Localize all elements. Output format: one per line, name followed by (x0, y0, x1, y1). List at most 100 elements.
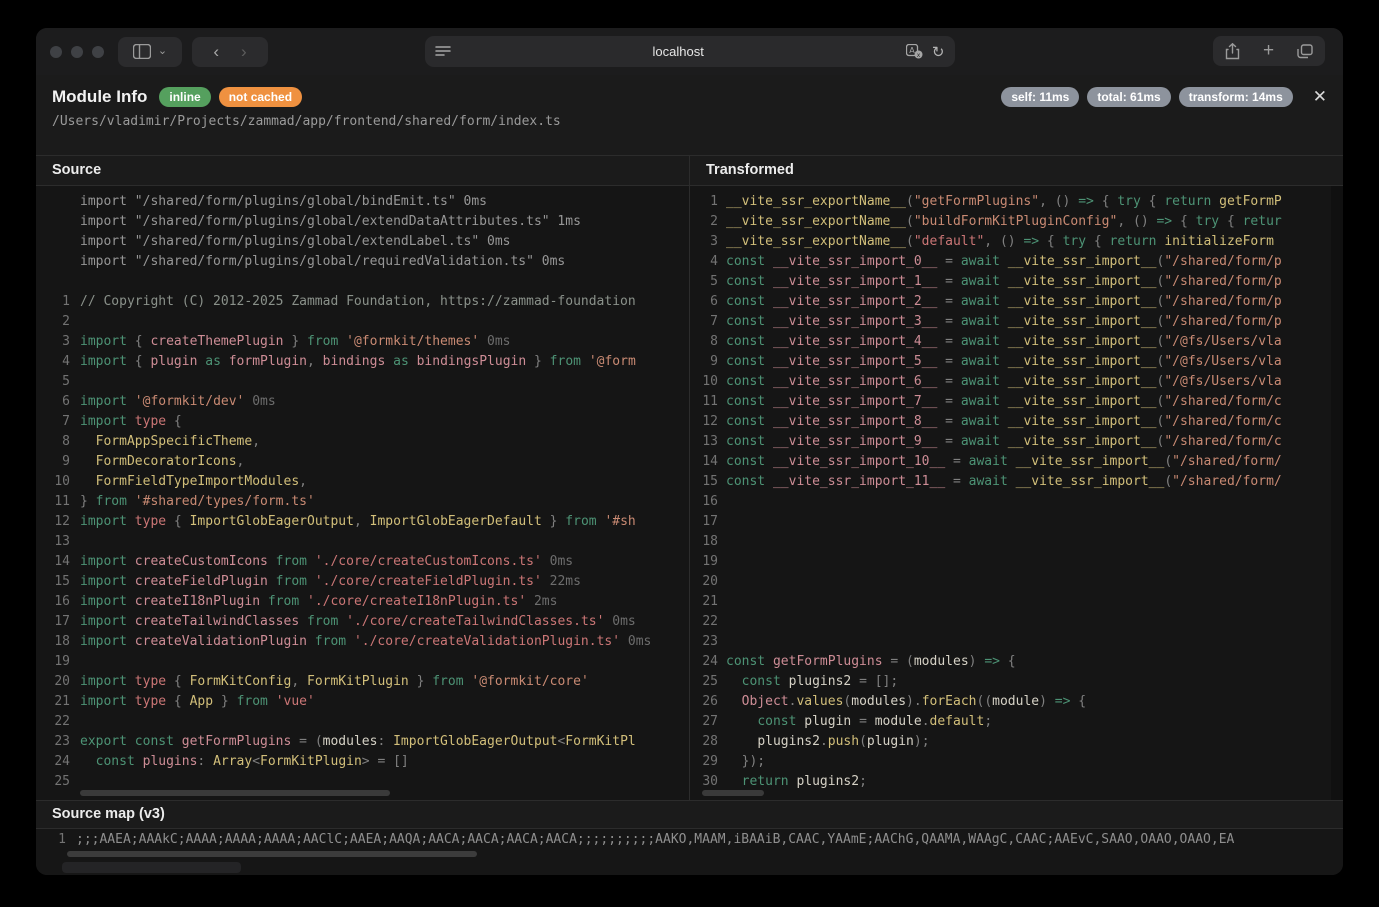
sidebar-toggle-button[interactable]: ⌄ (118, 37, 182, 67)
code-line: 23export const getFormPlugins = (modules… (36, 732, 689, 752)
code-line: 20import type { FormKitConfig, FormKitPl… (36, 672, 689, 692)
code-line: 10const __vite_ssr_import_6__ = await __… (690, 372, 1343, 392)
code-line: 30 return plugins2; (690, 772, 1343, 792)
code-line: 5const __vite_ssr_import_1__ = await __v… (690, 272, 1343, 292)
code-line: 25 (36, 772, 689, 792)
code-line: import "/shared/form/plugins/global/exte… (36, 212, 689, 232)
code-line: 4import { plugin as formPlugin, bindings… (36, 352, 689, 372)
share-icon[interactable] (1225, 43, 1240, 60)
code-line: 6import '@formkit/dev' 0ms (36, 392, 689, 412)
code-line: 18 (690, 532, 1343, 552)
source-hscrollbar[interactable] (80, 790, 390, 796)
code-line: 24 const plugins: Array<FormKitPlugin> =… (36, 752, 689, 772)
sourcemap-line: 1 ;;;AAEA;AAAkC;AAAA;AAAA;AAAA;AAClC;AAE… (36, 829, 1343, 850)
code-line: 11const __vite_ssr_import_7__ = await __… (690, 392, 1343, 412)
code-line: 15import createFieldPlugin from './core/… (36, 572, 689, 592)
code-line: 9 FormDecoratorIcons, (36, 452, 689, 472)
reader-view-icon[interactable] (435, 45, 451, 58)
code-line: 28 plugins2.push(plugin); (690, 732, 1343, 752)
module-file-path: /Users/vladimir/Projects/zammad/app/fron… (52, 114, 1327, 129)
code-line: 19 (36, 652, 689, 672)
self-time-badge: self: 11ms (1001, 87, 1079, 107)
url-text: localhost (451, 44, 906, 59)
code-line: 1// Copyright (C) 2012-2025 Zammad Found… (36, 292, 689, 312)
minimize-window-button[interactable] (71, 46, 83, 58)
source-code-area[interactable]: import "/shared/form/plugins/global/bind… (36, 186, 689, 800)
code-line: 15const __vite_ssr_import_11__ = await _… (690, 472, 1343, 492)
code-line: 20 (690, 572, 1343, 592)
transformed-vscrollbar-track[interactable] (1331, 186, 1343, 800)
svg-text:A: A (909, 46, 915, 55)
code-line: 6const __vite_ssr_import_2__ = await __v… (690, 292, 1343, 312)
forward-button[interactable]: › (241, 43, 247, 60)
page-hscrollbar[interactable] (62, 862, 241, 873)
code-line: 11} from '#shared/types/form.ts' (36, 492, 689, 512)
code-line: 29 }); (690, 752, 1343, 772)
transform-time-badge: transform: 14ms (1179, 87, 1293, 107)
code-line: 22 (690, 612, 1343, 632)
code-line: 1__vite_ssr_exportName__("getFormPlugins… (690, 192, 1343, 212)
sidebar-icon (133, 44, 151, 59)
source-panel: Source import "/shared/form/plugins/glob… (36, 156, 690, 800)
code-line: 5 (36, 372, 689, 392)
code-line: 21 (690, 592, 1343, 612)
code-line: 3__vite_ssr_exportName__("default", () =… (690, 232, 1343, 252)
address-bar[interactable]: localhost Ax ↻ (425, 36, 955, 67)
code-line: import "/shared/form/plugins/global/exte… (36, 232, 689, 252)
not-cached-badge: not cached (219, 87, 302, 107)
transformed-code-area[interactable]: 1__vite_ssr_exportName__("getFormPlugins… (690, 186, 1343, 800)
chevron-down-icon: ⌄ (158, 44, 167, 57)
zoom-window-button[interactable] (92, 46, 104, 58)
svg-text:x: x (917, 52, 921, 59)
reload-icon[interactable]: ↻ (932, 43, 945, 61)
code-line: 8 FormAppSpecificTheme, (36, 432, 689, 452)
code-line: 12import type { ImportGlobEagerOutput, I… (36, 512, 689, 532)
code-line (36, 272, 689, 292)
code-panels: Source import "/shared/form/plugins/glob… (36, 155, 1343, 800)
code-line: 19 (690, 552, 1343, 572)
translate-icon[interactable]: Ax (906, 44, 923, 59)
code-line: 24const getFormPlugins = (modules) => { (690, 652, 1343, 672)
browser-window: ⌄ ‹ › localhost Ax ↻ + (36, 28, 1343, 875)
sourcemap-hscrollbar[interactable] (67, 851, 477, 857)
code-line: 2__vite_ssr_exportName__("buildFormKitPl… (690, 212, 1343, 232)
code-line: 13 (36, 532, 689, 552)
module-info-header: Module Info inline not cached self: 11ms… (36, 75, 1343, 155)
code-line: 17import createTailwindClasses from './c… (36, 612, 689, 632)
sourcemap-content: ;;;AAEA;AAAkC;AAAA;AAAA;AAAA;AAClC;AAEA;… (76, 829, 1234, 850)
back-button[interactable]: ‹ (213, 43, 219, 60)
code-line: 9const __vite_ssr_import_5__ = await __v… (690, 352, 1343, 372)
total-time-badge: total: 61ms (1087, 87, 1170, 107)
code-line: import "/shared/form/plugins/global/requ… (36, 252, 689, 272)
browser-toolbar: ⌄ ‹ › localhost Ax ↻ + (36, 28, 1343, 75)
source-panel-title: Source (36, 156, 689, 186)
close-icon[interactable]: ✕ (1313, 87, 1327, 107)
code-line: 14const __vite_ssr_import_10__ = await _… (690, 452, 1343, 472)
traffic-lights (50, 46, 104, 58)
code-line: 13const __vite_ssr_import_9__ = await __… (690, 432, 1343, 452)
code-line: 26 Object.values(modules).forEach((modul… (690, 692, 1343, 712)
code-line: 16 (690, 492, 1343, 512)
code-line: 4const __vite_ssr_import_0__ = await __v… (690, 252, 1343, 272)
code-line: 14import createCustomIcons from './core/… (36, 552, 689, 572)
code-line: 22 (36, 712, 689, 732)
tab-overview-icon[interactable] (1297, 44, 1313, 59)
code-line: 8const __vite_ssr_import_4__ = await __v… (690, 332, 1343, 352)
code-line: import "/shared/form/plugins/global/bind… (36, 192, 689, 212)
code-line: 10 FormFieldTypeImportModules, (36, 472, 689, 492)
code-line: 12const __vite_ssr_import_8__ = await __… (690, 412, 1343, 432)
code-line: 25 const plugins2 = []; (690, 672, 1343, 692)
code-line: 7import type { (36, 412, 689, 432)
nav-buttons: ‹ › (192, 37, 268, 67)
code-line: 2 (36, 312, 689, 332)
sourcemap-line-number: 1 (36, 829, 66, 850)
close-window-button[interactable] (50, 46, 62, 58)
transformed-hscrollbar[interactable] (702, 790, 764, 796)
toolbar-right-buttons: + (1213, 36, 1325, 66)
code-line: 17 (690, 512, 1343, 532)
new-tab-button[interactable]: + (1263, 40, 1274, 62)
code-line: 27 const plugin = module.default; (690, 712, 1343, 732)
code-line: 18import createValidationPlugin from './… (36, 632, 689, 652)
transformed-panel-title: Transformed (690, 156, 1343, 186)
page-title: Module Info (52, 87, 147, 107)
